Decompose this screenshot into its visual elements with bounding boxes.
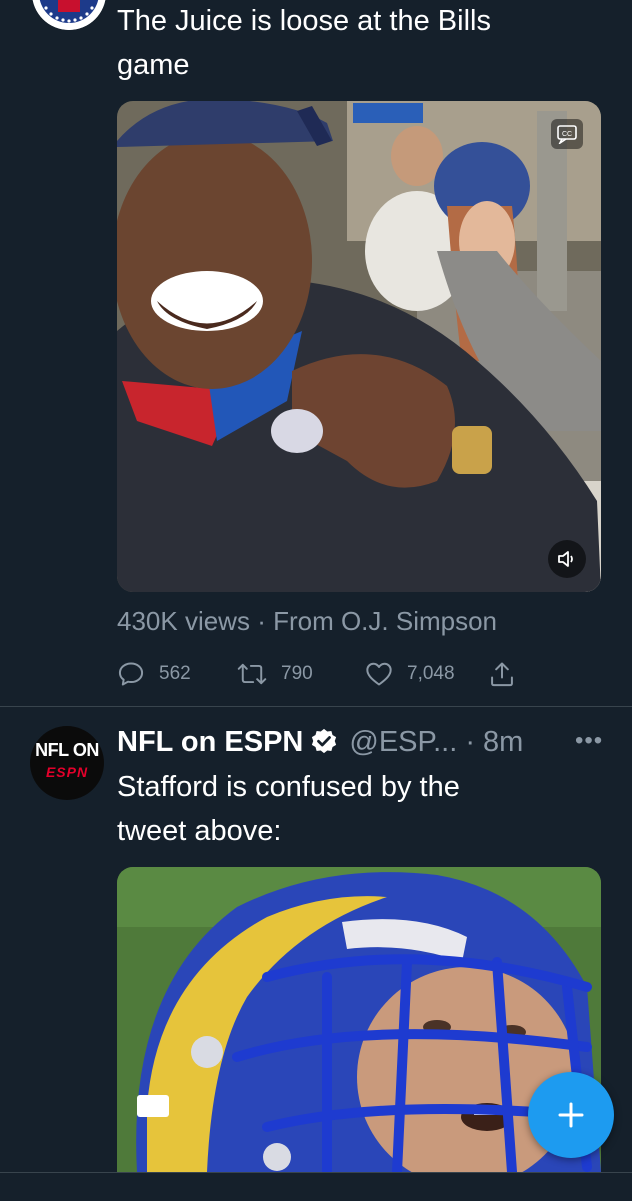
captions-icon: CC: [557, 125, 577, 144]
retweet-button[interactable]: 790: [237, 656, 313, 692]
author-name[interactable]: NFL on ESPN: [117, 726, 303, 759]
avatar-text-bottom: ESPN: [45, 764, 89, 780]
tweet-text-line: game: [117, 49, 190, 81]
like-count: 7,048: [407, 663, 455, 684]
tweet-text-line: tweet above:: [117, 815, 282, 847]
barstool-avatar[interactable]: [32, 0, 106, 30]
heart-icon: [366, 662, 392, 686]
tweet-text-line: Stafford is confused by the: [117, 771, 460, 803]
retweet-count: 790: [281, 663, 313, 684]
tweet-text-line: The Juice is loose at the Bills: [117, 5, 491, 37]
verified-badge-icon: [312, 728, 337, 754]
tweet-text: Stafford is confused by the tweet above:: [117, 765, 460, 853]
reply-icon: [118, 662, 144, 686]
tweet-actions: 562 790 7,048: [117, 656, 517, 692]
meta-separator: ·: [249, 606, 274, 636]
volume-button[interactable]: [548, 540, 586, 578]
like-button[interactable]: 7,048: [365, 656, 455, 692]
compose-tweet-button[interactable]: [528, 1072, 614, 1158]
nfl-on-espn-avatar[interactable]: NFL ON ESPN: [30, 726, 104, 800]
share-button[interactable]: [489, 656, 515, 692]
video-thumbnail: [117, 101, 601, 592]
more-icon[interactable]: •••: [575, 727, 603, 755]
barstool-logo-icon: [32, 0, 106, 30]
view-count: 430K views: [117, 606, 250, 636]
author-handle-and-time[interactable]: @ESP... · 8m: [349, 726, 523, 759]
bottom-navigation-bar: [0, 1172, 632, 1201]
tweet-barstool[interactable]: The Juice is loose at the Bills game CC …: [0, 0, 632, 706]
svg-text:CC: CC: [562, 131, 572, 138]
captions-button[interactable]: CC: [551, 119, 583, 149]
video-player[interactable]: CC: [117, 101, 601, 592]
retweet-icon: [237, 663, 267, 685]
stafford-helmet-image: [117, 867, 601, 1172]
tweet-text: The Juice is loose at the Bills game: [117, 0, 491, 87]
avatar-text-top: NFL ON: [35, 740, 99, 760]
reply-button[interactable]: 562: [117, 656, 191, 692]
video-source-link[interactable]: From O.J. Simpson: [273, 606, 497, 636]
share-icon: [491, 662, 513, 687]
reply-count: 562: [159, 663, 191, 684]
tweet-image[interactable]: [117, 867, 601, 1172]
plus-icon: [558, 1102, 584, 1128]
tweet-header: NFL on ESPN @ESP... · 8m: [117, 722, 523, 762]
view-count-line: 430K views · From O.J. Simpson: [117, 606, 497, 637]
volume-icon: [558, 551, 573, 567]
